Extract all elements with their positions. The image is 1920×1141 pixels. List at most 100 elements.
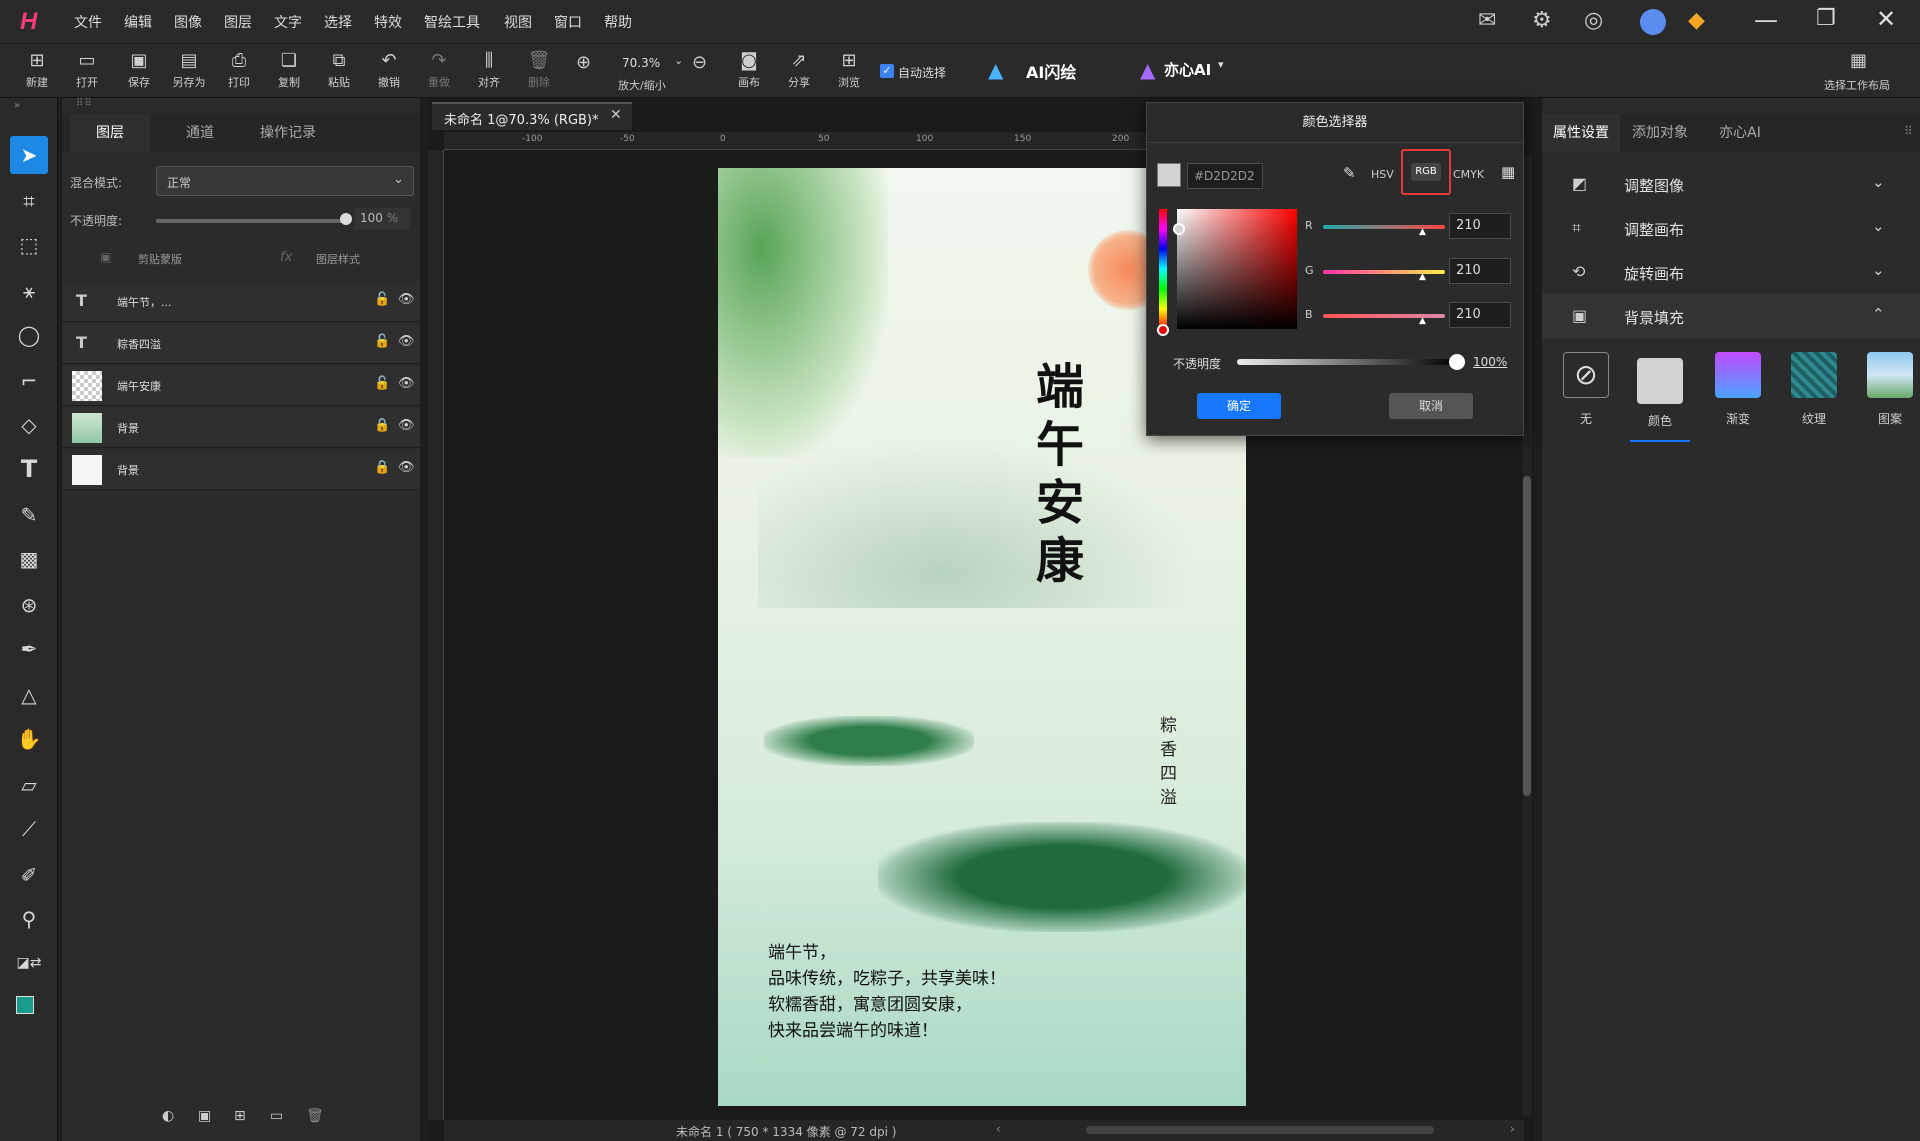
grip-dots-icon[interactable]: ⠿⠿ <box>76 98 93 109</box>
sv-handle[interactable] <box>1173 223 1185 235</box>
opacity-slider-handle[interactable] <box>340 213 352 225</box>
free-transform-tool-icon[interactable]: ▱ <box>10 766 48 804</box>
saturation-value-field[interactable] <box>1177 209 1297 329</box>
b-slider-handle[interactable]: ▲ <box>1419 316 1426 326</box>
new-layer-icon[interactable]: ⊞ <box>234 1108 246 1124</box>
shape-tool-icon[interactable]: △ <box>10 676 48 714</box>
redo-button[interactable]: ↷ 重做 <box>414 50 464 96</box>
grip-dots-icon[interactable]: ⠿ <box>1904 124 1913 138</box>
eye-icon[interactable]: 👁 <box>398 376 415 391</box>
mail-icon[interactable]: ✉ <box>1478 8 1496 33</box>
trash-icon[interactable]: 🗑 <box>306 1108 324 1124</box>
swap-colors-icon[interactable]: ◪⇄ <box>10 944 48 982</box>
save-as-button[interactable]: ▤ 另存为 <box>164 50 214 96</box>
unlock-icon[interactable]: 🔓 <box>374 376 390 391</box>
new-button[interactable]: ⊞ 新建 <box>12 50 62 96</box>
move-tool-icon[interactable]: ➤ <box>10 136 48 174</box>
opacity-slider[interactable] <box>156 219 346 223</box>
ai-flash-button[interactable]: AI闪绘 <box>1026 59 1076 83</box>
fill-option-none[interactable]: ⊘ 无 <box>1556 352 1616 442</box>
yixin-ai-dropdown-icon[interactable]: ▾ <box>1218 58 1224 71</box>
eraser-tool-icon[interactable]: ▩ <box>10 540 48 578</box>
marquee-tool-icon[interactable]: ⬚ <box>10 226 48 264</box>
ok-button[interactable]: 确定 <box>1197 393 1281 419</box>
g-input[interactable]: 210 <box>1449 258 1511 284</box>
minimize-icon[interactable]: — <box>1754 6 1778 34</box>
menu-select[interactable]: 选择 <box>324 12 352 32</box>
mask-icon[interactable]: ▣ <box>198 1108 211 1124</box>
highlighter-tool-icon[interactable]: ✐ <box>10 856 48 894</box>
opacity-field[interactable]: 100 % <box>354 208 410 230</box>
copy-button[interactable]: ❏ 复制 <box>264 50 314 96</box>
eye-icon[interactable]: 👁 <box>398 460 415 475</box>
brush-tool-icon[interactable]: ✎ <box>10 496 48 534</box>
unlock-icon[interactable]: 🔓 <box>374 334 390 349</box>
menu-smart-tools[interactable]: 智绘工具 <box>424 12 480 32</box>
tab-channels[interactable]: 通道 <box>162 114 238 152</box>
share-button[interactable]: ⇗ 分享 <box>774 50 824 96</box>
hex-input[interactable]: #D2D2D2 <box>1187 163 1263 189</box>
tab-history[interactable]: 操作记录 <box>238 114 338 152</box>
g-slider[interactable] <box>1323 270 1445 274</box>
picker-opacity-handle[interactable] <box>1449 354 1465 370</box>
browse-button[interactable]: ⊞ 浏览 <box>824 50 874 96</box>
tab-yixin-ai[interactable]: 亦心AI <box>1700 114 1780 152</box>
tab-properties[interactable]: 属性设置 <box>1542 114 1620 152</box>
section-rotate-canvas[interactable]: ⟲ 旋转画布 ⌄ <box>1542 250 1920 294</box>
fill-option-color[interactable]: 颜色 <box>1630 352 1690 442</box>
menu-image[interactable]: 图像 <box>174 12 202 32</box>
section-adjust-canvas[interactable]: ⌗ 调整画布 ⌄ <box>1542 206 1920 250</box>
r-input[interactable]: 210 <box>1449 213 1511 239</box>
cancel-button[interactable]: 取消 <box>1389 393 1473 419</box>
open-button[interactable]: ▭ 打开 <box>62 50 112 96</box>
zoom-out-icon[interactable]: ⊖ <box>692 52 707 73</box>
transform-tool-icon[interactable]: ⌗ <box>10 182 48 220</box>
lasso-tool-icon[interactable]: ◯ <box>10 316 48 354</box>
picker-opacity-value[interactable]: 100% <box>1473 355 1507 369</box>
eyedropper-tool-icon[interactable]: ⚲ <box>10 900 48 938</box>
close-tab-icon[interactable]: ✕ <box>610 107 622 123</box>
hue-slider[interactable] <box>1159 209 1167 329</box>
foreground-color-swatch[interactable] <box>16 996 34 1014</box>
clip-mask-button[interactable]: 剪贴蒙版 <box>138 251 182 267</box>
compass-icon[interactable]: ◎ <box>1584 8 1603 33</box>
select-layout-label[interactable]: 选择工作布局 <box>1824 77 1890 93</box>
menu-effects[interactable]: 特效 <box>374 12 402 32</box>
vip-gem-icon[interactable]: ◆ <box>1688 8 1705 33</box>
tab-add-object[interactable]: 添加对象 <box>1620 114 1700 152</box>
menu-edit[interactable]: 编辑 <box>124 12 152 32</box>
folder-icon[interactable]: ▭ <box>270 1108 283 1124</box>
lock-icon[interactable]: 🔒 <box>374 460 390 475</box>
fill-tool-icon[interactable]: ◇ <box>10 406 48 444</box>
r-slider-handle[interactable]: ▲ <box>1419 227 1426 237</box>
pen-tool-icon[interactable]: ✒ <box>10 630 48 668</box>
b-slider[interactable] <box>1323 314 1445 318</box>
canvas-button[interactable]: ◙ 画布 <box>724 50 774 96</box>
save-button[interactable]: ▣ 保存 <box>114 50 164 96</box>
paste-button[interactable]: ⧉ 粘贴 <box>314 50 364 96</box>
horizontal-scroll-thumb[interactable] <box>1086 1126 1434 1134</box>
fill-option-pattern[interactable]: 图案 <box>1860 352 1920 442</box>
picker-opacity-slider[interactable] <box>1237 359 1457 365</box>
mode-hsv[interactable]: HSV <box>1371 168 1394 181</box>
blend-mode-select[interactable]: 正常 ⌄ <box>156 166 414 196</box>
expand-icon[interactable]: » <box>14 100 20 111</box>
layer-row[interactable]: 背景 🔒 👁 <box>62 408 420 448</box>
unlock-icon[interactable]: 🔓 <box>374 292 390 307</box>
r-slider[interactable] <box>1323 225 1445 229</box>
delete-button[interactable]: 🗑 删除 <box>514 50 564 96</box>
eyedropper-icon[interactable]: ✎ <box>1343 164 1356 182</box>
eye-icon[interactable]: 👁 <box>398 292 415 307</box>
menu-view[interactable]: 视图 <box>504 12 532 32</box>
section-adjust-image[interactable]: ◩ 调整图像 ⌄ <box>1542 162 1920 206</box>
hue-slider-handle[interactable] <box>1157 324 1169 336</box>
fill-option-gradient[interactable]: 渐变 <box>1708 352 1768 442</box>
settings-icon[interactable]: ⚙ <box>1532 8 1552 33</box>
layer-row[interactable]: T 粽香四溢 🔓 👁 <box>62 324 420 364</box>
print-button[interactable]: ⎙ 打印 <box>214 50 264 96</box>
clone-stamp-tool-icon[interactable]: ⊛ <box>10 586 48 624</box>
menu-window[interactable]: 窗口 <box>554 12 582 32</box>
scroll-left-icon[interactable]: ‹ <box>996 1122 1001 1136</box>
section-background-fill[interactable]: ▣ 背景填充 ⌃ <box>1542 294 1920 338</box>
mode-rgb[interactable]: RGB <box>1411 163 1441 181</box>
